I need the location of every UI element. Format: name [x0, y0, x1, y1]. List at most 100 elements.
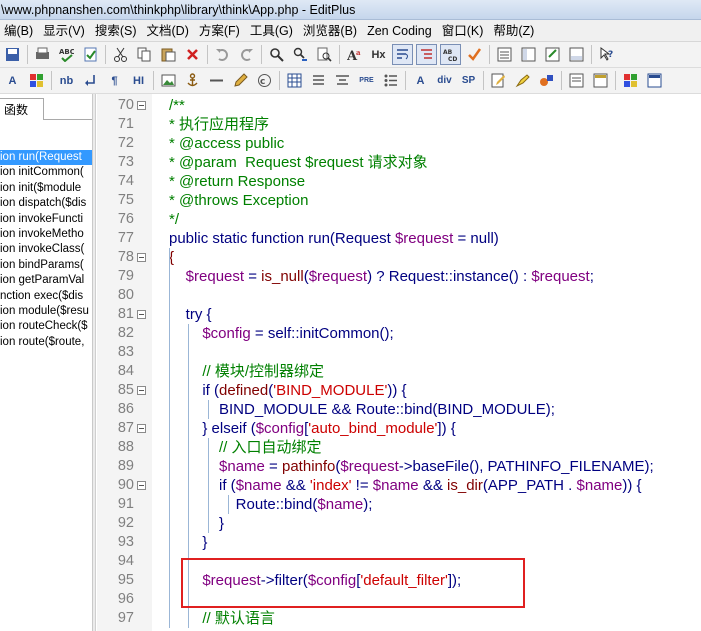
- function-list-item[interactable]: ion invokeClass(: [0, 242, 92, 257]
- tab-functions[interactable]: 函数: [0, 98, 44, 120]
- function-list-item[interactable]: ion getParamVal: [0, 273, 92, 288]
- spellcheck-icon[interactable]: ABC: [56, 44, 77, 65]
- menu-document[interactable]: 文档(D): [143, 20, 195, 41]
- code-line[interactable]: 71 * 执行应用程序: [97, 115, 701, 134]
- edit-icon[interactable]: [230, 70, 251, 91]
- code-line[interactable]: 77 public static function run(Request $re…: [97, 229, 701, 248]
- print-icon[interactable]: [32, 44, 53, 65]
- anchor-icon[interactable]: [182, 70, 203, 91]
- window-icon[interactable]: [644, 70, 665, 91]
- code-line[interactable]: 73 * @param Request $request 请求对象: [97, 153, 701, 172]
- font-size-icon[interactable]: Aa: [344, 44, 365, 65]
- bullet-list-icon[interactable]: [380, 70, 401, 91]
- save-icon[interactable]: [2, 44, 23, 65]
- output-window-icon[interactable]: [566, 44, 587, 65]
- svg-text:c: c: [260, 77, 265, 87]
- code-line[interactable]: 70 /**: [97, 96, 701, 115]
- context-help-icon[interactable]: ?: [596, 44, 617, 65]
- menu-edit[interactable]: 编(B): [0, 20, 39, 41]
- heading-button[interactable]: Hx: [368, 44, 389, 65]
- paragraph-button[interactable]: ¶: [104, 70, 125, 91]
- toolbar-separator: [27, 45, 28, 64]
- script-icon[interactable]: [536, 70, 557, 91]
- menu-help[interactable]: 帮助(Z): [489, 20, 540, 41]
- form-edit-icon[interactable]: [488, 70, 509, 91]
- fold-toggle-icon[interactable]: [137, 481, 146, 490]
- redo-icon[interactable]: [236, 44, 257, 65]
- browser-preview-icon[interactable]: [590, 70, 611, 91]
- menu-zen-coding[interactable]: Zen Coding: [363, 20, 438, 41]
- preview-icon[interactable]: [566, 70, 587, 91]
- color-palette-icon[interactable]: [26, 70, 47, 91]
- menu-tools[interactable]: 工具(G): [246, 20, 299, 41]
- replace-icon[interactable]: [290, 44, 311, 65]
- checkmark-icon[interactable]: [464, 44, 485, 65]
- list-icon[interactable]: [308, 70, 329, 91]
- menu-project[interactable]: 方案(F): [195, 20, 246, 41]
- table-icon[interactable]: [284, 70, 305, 91]
- function-list-item[interactable]: ion dispatch($dis: [0, 196, 92, 211]
- check-icon[interactable]: [80, 44, 101, 65]
- pre-button[interactable]: PRE: [356, 70, 377, 91]
- function-list-item[interactable]: ion initCommon(: [0, 165, 92, 180]
- function-list-item[interactable]: ion invokeFuncti: [0, 212, 92, 227]
- highlighter-icon[interactable]: [512, 70, 533, 91]
- grid-color-icon[interactable]: [620, 70, 641, 91]
- code-line[interactable]: 80: [97, 286, 701, 305]
- horizontal-rule-icon[interactable]: [206, 70, 227, 91]
- div-button[interactable]: div: [434, 70, 455, 91]
- undo-icon[interactable]: [212, 44, 233, 65]
- code-line[interactable]: 81 try {: [97, 305, 701, 324]
- code-line[interactable]: 79 $request = is_null($request) ? Reques…: [97, 267, 701, 286]
- menu-browser[interactable]: 浏览器(B): [299, 20, 363, 41]
- function-list-item[interactable]: ion bindParams(: [0, 258, 92, 273]
- menu-window[interactable]: 窗口(K): [438, 20, 490, 41]
- code-editor[interactable]: 70 /** 71 * 执行应用程序 72 * @access public 73 * @pa…: [97, 94, 701, 631]
- toolbar-separator: [51, 71, 52, 90]
- find-icon[interactable]: [266, 44, 287, 65]
- panel-splitter[interactable]: [93, 94, 96, 631]
- function-list-item[interactable]: ion routeCheck($: [0, 319, 92, 334]
- code-token: ;: [589, 268, 594, 285]
- word-wrap-icon[interactable]: [392, 44, 413, 65]
- function-list-item[interactable]: ion init($module: [0, 181, 92, 196]
- cut-icon[interactable]: [110, 44, 131, 65]
- menu-search[interactable]: 搜索(S): [91, 20, 143, 41]
- code-line[interactable]: 72 * @access public: [97, 134, 701, 153]
- code-line[interactable]: 76 */: [97, 210, 701, 229]
- copy-icon[interactable]: [134, 44, 155, 65]
- code-line[interactable]: 75 * @throws Exception: [97, 191, 701, 210]
- find-in-files-icon[interactable]: [314, 44, 335, 65]
- function-list-item[interactable]: nction exec($dis: [0, 289, 92, 304]
- heading-html-button[interactable]: HI: [128, 70, 149, 91]
- font-button[interactable]: A: [2, 70, 23, 91]
- fold-toggle-icon[interactable]: [137, 101, 146, 110]
- span-button[interactable]: SP: [458, 70, 479, 91]
- indent-guide-icon[interactable]: [416, 44, 437, 65]
- window-list-icon[interactable]: [494, 44, 515, 65]
- special-char-icon[interactable]: c: [254, 70, 275, 91]
- font-tag-button[interactable]: A: [410, 70, 431, 91]
- function-list-item[interactable]: ion invokeMetho: [0, 227, 92, 242]
- fold-toggle-icon[interactable]: [137, 310, 146, 319]
- code-line[interactable]: 74 * @return Response: [97, 172, 701, 191]
- code-token: $name: [235, 477, 282, 494]
- function-list-item[interactable]: ion run(Request: [0, 150, 92, 166]
- column-ruler-icon[interactable]: AB CD: [440, 44, 461, 65]
- fold-toggle-icon[interactable]: [137, 386, 146, 395]
- function-list-item[interactable]: ion route($route,: [0, 335, 92, 350]
- image-icon[interactable]: [158, 70, 179, 91]
- line-break-icon[interactable]: [80, 70, 101, 91]
- paste-icon[interactable]: [158, 44, 179, 65]
- directory-window-icon[interactable]: [518, 44, 539, 65]
- fold-toggle-icon[interactable]: [137, 424, 146, 433]
- nbsp-button[interactable]: nb: [56, 70, 77, 91]
- function-list-item[interactable]: ion module($resu: [0, 304, 92, 319]
- menu-view[interactable]: 显示(V): [39, 20, 91, 41]
- code-text: BIND_MODULE && Route::bind(BIND_MODULE);: [169, 400, 555, 419]
- fold-toggle-icon[interactable]: [137, 253, 146, 262]
- code-line[interactable]: 78{: [97, 248, 701, 267]
- cliptext-icon[interactable]: [542, 44, 563, 65]
- delete-icon[interactable]: [182, 44, 203, 65]
- center-icon[interactable]: [332, 70, 353, 91]
